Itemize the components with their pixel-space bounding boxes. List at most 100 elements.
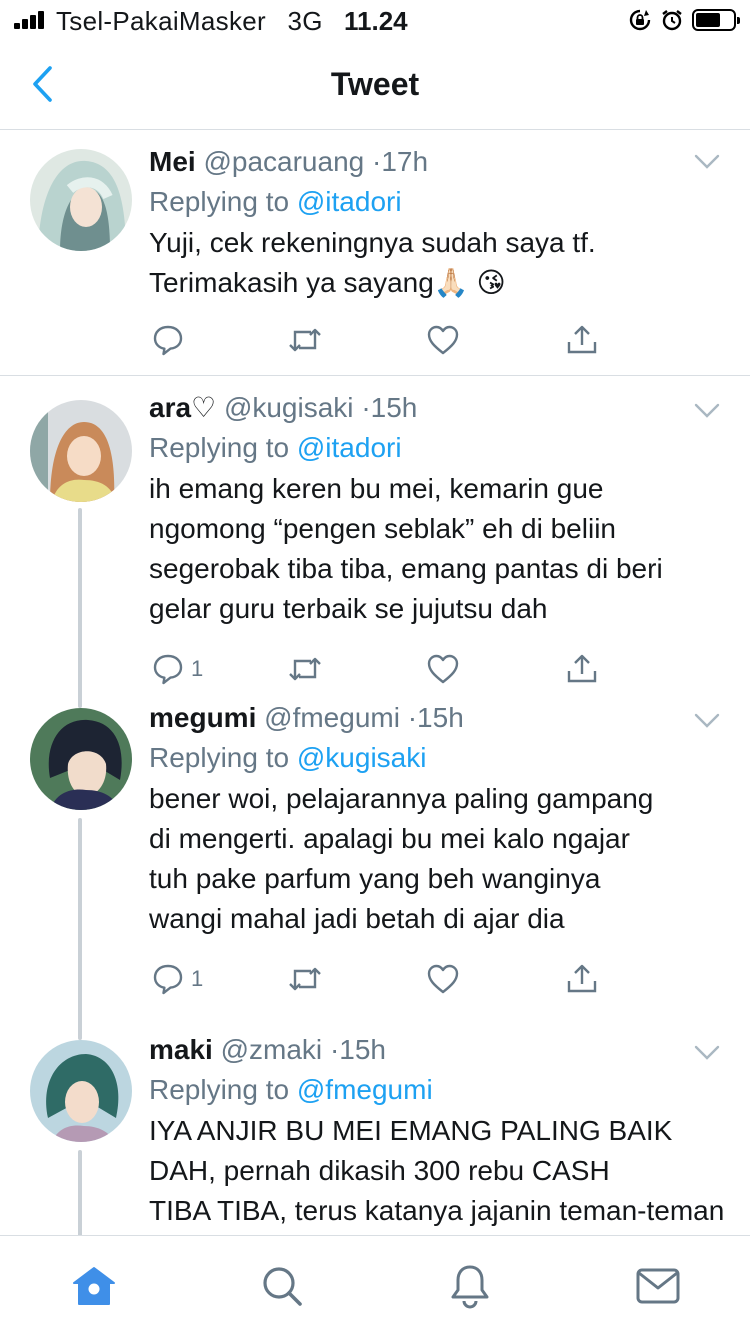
like-button[interactable] xyxy=(426,320,460,360)
messages-icon xyxy=(636,1268,680,1304)
thread-line xyxy=(78,1150,82,1235)
reply-icon xyxy=(153,654,183,685)
tweet-actions: 1 xyxy=(149,959,609,999)
display-name[interactable]: Mei xyxy=(149,146,196,177)
tweet-text-line: IYA ANJIR BU MEI EMANG PALING BAIK xyxy=(149,1115,673,1146)
reply-button[interactable]: 1 xyxy=(151,959,203,999)
mention-link[interactable]: @kugisaki xyxy=(297,742,427,773)
tweet-text-line: Terimakasih ya sayang🙏🏻 😘 xyxy=(149,267,506,298)
tweet-actions: 1 xyxy=(149,649,609,689)
tweet-time: 15h xyxy=(370,392,418,423)
chevron-down-icon[interactable] xyxy=(694,402,720,420)
tweet[interactable]: Mei @pacaruang ·17h Replying to @itadori… xyxy=(0,131,750,376)
retweet-icon xyxy=(289,328,321,352)
retweet-button[interactable] xyxy=(287,959,323,999)
avatar[interactable] xyxy=(30,400,132,502)
replying-to: Replying to @itadori xyxy=(149,185,726,219)
replying-to-label: Replying to xyxy=(149,742,290,773)
tweet-header: maki @zmaki ·15h xyxy=(149,1034,386,1065)
heart-icon xyxy=(427,964,459,994)
tweet-text: IYA ANJIR BU MEI EMANG PALING BAIK DAH, … xyxy=(149,1111,726,1231)
tab-home[interactable] xyxy=(70,1262,118,1310)
tweet-text: bener woi, pelajarannya paling gampang d… xyxy=(149,779,726,939)
avatar[interactable] xyxy=(30,149,132,251)
tweet-header: ara♡ @kugisaki ·15h xyxy=(149,392,418,423)
tweet-time: 15h xyxy=(417,702,464,733)
display-name[interactable]: maki xyxy=(149,1034,213,1065)
replying-to-label: Replying to xyxy=(149,1074,290,1105)
reply-icon xyxy=(153,964,183,995)
avatar[interactable] xyxy=(30,1040,132,1142)
chevron-down-icon[interactable] xyxy=(694,712,720,730)
share-icon xyxy=(567,325,597,354)
tab-search[interactable] xyxy=(258,1262,306,1310)
tweet-actions xyxy=(149,320,609,360)
battery-icon xyxy=(692,9,740,31)
user-handle[interactable]: @zmaki xyxy=(221,1034,323,1065)
notifications-icon xyxy=(451,1265,489,1309)
reply-count: 1 xyxy=(191,656,204,681)
replying-to: Replying to @fmegumi xyxy=(149,1073,726,1107)
replying-to-label: Replying to xyxy=(149,432,290,463)
retweet-icon xyxy=(289,657,321,681)
mention-link[interactable]: @itadori xyxy=(297,432,402,463)
status-time: 11.24 xyxy=(344,6,408,36)
tweet-text-line: TIBA TIBA, terus katanya jajanin teman-t… xyxy=(149,1195,725,1226)
chevron-down-icon[interactable] xyxy=(694,1044,720,1062)
tweet-text-line: DAH, pernah dikasih 300 rebu CASH xyxy=(149,1155,610,1186)
status-icons xyxy=(628,8,740,32)
tab-messages[interactable] xyxy=(634,1262,682,1310)
tweet[interactable]: maki @zmaki ·15h Replying to @fmegumi IY… xyxy=(0,1034,750,1235)
like-button[interactable] xyxy=(426,649,460,689)
tweet-text-line: ngomong “pengen seblak” eh di beliin xyxy=(149,513,616,544)
home-icon xyxy=(73,1267,115,1305)
reply-count: 1 xyxy=(191,966,204,991)
reply-button[interactable] xyxy=(151,320,191,360)
share-button[interactable] xyxy=(565,649,599,689)
tweet-text-line: ih emang keren bu mei, kemarin gue xyxy=(149,473,604,504)
rotation-lock-icon xyxy=(629,9,651,31)
reply-button[interactable]: 1 xyxy=(151,649,203,689)
avatar[interactable] xyxy=(30,708,132,810)
retweet-icon xyxy=(289,967,321,991)
user-handle[interactable]: @kugisaki xyxy=(224,392,354,423)
tweet[interactable]: ara♡ @kugisaki ·15h Replying to @itadori… xyxy=(0,376,750,708)
tweet-time: 17h xyxy=(381,146,429,177)
tweet[interactable]: megumi @fmegumi ·15h Replying to @kugisa… xyxy=(0,702,750,1040)
chevron-down-icon[interactable] xyxy=(694,153,720,171)
retweet-button[interactable] xyxy=(287,649,323,689)
retweet-button[interactable] xyxy=(287,320,323,360)
replies-feed[interactable]: Mei @pacaruang ·17h Replying to @itadori… xyxy=(0,131,750,1235)
tweet-header: Mei @pacaruang ·17h xyxy=(149,146,429,177)
share-button[interactable] xyxy=(565,959,599,999)
mention-link[interactable]: @itadori xyxy=(297,186,402,217)
tweet-header: megumi @fmegumi ·15h xyxy=(149,702,464,733)
replying-to-label: Replying to xyxy=(149,186,290,217)
tab-notifications[interactable] xyxy=(446,1262,494,1310)
alarm-icon xyxy=(662,10,682,31)
mention-link[interactable]: @fmegumi xyxy=(297,1074,433,1105)
display-name[interactable]: megumi xyxy=(149,702,256,733)
share-icon xyxy=(567,964,597,993)
tweet-time: 15h xyxy=(339,1034,386,1065)
tweet-text: ih emang keren bu mei, kemarin gue ngomo… xyxy=(149,469,726,629)
nav-header: Tweet xyxy=(0,40,750,130)
thread-line xyxy=(78,508,82,708)
tweet-text-line: wangi mahal jadi betah di ajar dia xyxy=(149,903,565,934)
tweet-text-line: segerobak tiba tiba, emang pantas di ber… xyxy=(149,553,663,584)
share-icon xyxy=(567,654,597,683)
signal-strength-icon xyxy=(14,11,48,29)
tweet-text-line: bener woi, pelajarannya paling gampang xyxy=(149,783,654,814)
tweet-text-line: tuh pake parfum yang beh wanginya xyxy=(149,863,601,894)
replying-to: Replying to @kugisaki xyxy=(149,741,726,775)
user-handle[interactable]: @fmegumi xyxy=(264,702,400,733)
share-button[interactable] xyxy=(565,320,599,360)
tweet-text: Yuji, cek rekeningnya sudah saya tf. Ter… xyxy=(149,223,726,303)
search-icon xyxy=(263,1267,302,1306)
like-button[interactable] xyxy=(426,959,460,999)
page-title: Tweet xyxy=(330,66,420,102)
user-handle[interactable]: @pacaruang xyxy=(203,146,364,177)
display-name[interactable]: ara♡ xyxy=(149,392,216,423)
reply-icon xyxy=(153,325,183,356)
replying-to: Replying to @itadori xyxy=(149,431,726,465)
